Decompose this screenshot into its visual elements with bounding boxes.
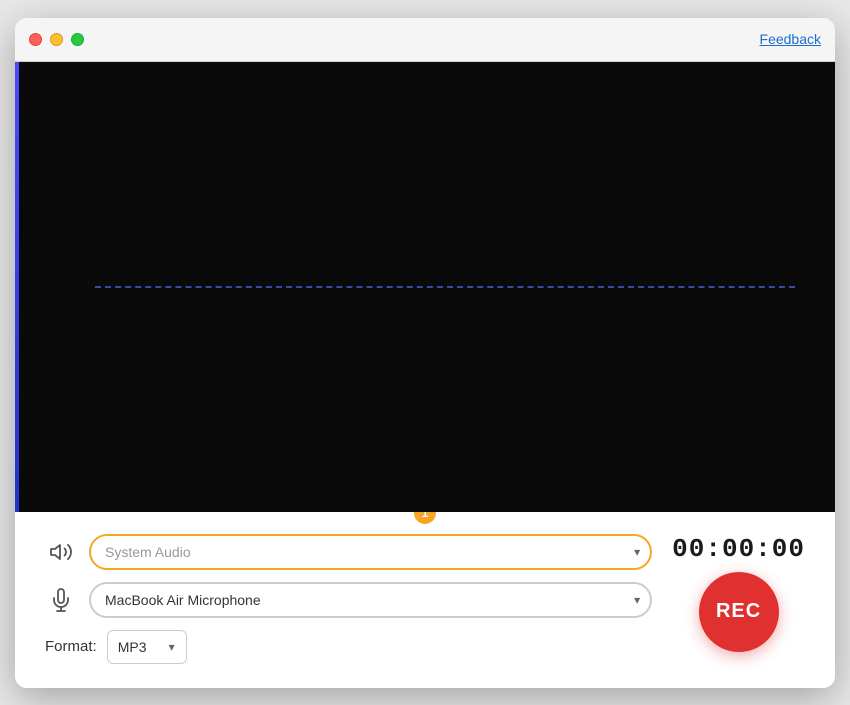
timer-display: 00:00:00 bbox=[672, 534, 805, 564]
feedback-link[interactable]: Feedback bbox=[760, 31, 821, 47]
microphone-select[interactable]: MacBook Air Microphone No Microphone Ext… bbox=[89, 582, 652, 618]
controls-inner: System Audio BlackHole 2ch No Audio ▾ bbox=[45, 534, 805, 664]
minimize-button[interactable] bbox=[50, 33, 63, 46]
titlebar: Feedback bbox=[15, 18, 835, 62]
speaker-icon-area bbox=[45, 540, 77, 564]
microphone-icon bbox=[49, 588, 73, 612]
format-label: Format: bbox=[45, 638, 97, 655]
format-dropdown-wrapper: MP3 AAC WAV FLAC ▾ bbox=[107, 630, 187, 664]
mic-icon-area bbox=[45, 588, 77, 612]
rec-button[interactable]: REC bbox=[699, 572, 779, 652]
video-area bbox=[15, 62, 835, 512]
audio-dropdown-wrapper: System Audio BlackHole 2ch No Audio ▾ bbox=[89, 534, 652, 570]
selectors-column: System Audio BlackHole 2ch No Audio ▾ bbox=[45, 534, 652, 664]
format-select[interactable]: MP3 AAC WAV FLAC bbox=[107, 630, 187, 664]
format-row: Format: MP3 AAC WAV FLAC ▾ bbox=[45, 630, 652, 664]
traffic-lights bbox=[29, 33, 84, 46]
speaker-icon bbox=[49, 540, 73, 564]
maximize-button[interactable] bbox=[71, 33, 84, 46]
rec-label: REC bbox=[716, 600, 761, 623]
controls-area: 1 System Audio Bla bbox=[15, 512, 835, 688]
left-accent-bar bbox=[15, 62, 19, 512]
waveform-display bbox=[95, 286, 795, 288]
mic-dropdown-wrapper: MacBook Air Microphone No Microphone Ext… bbox=[89, 582, 652, 618]
mic-selector-row: MacBook Air Microphone No Microphone Ext… bbox=[45, 582, 652, 618]
audio-selector-row: System Audio BlackHole 2ch No Audio ▾ bbox=[45, 534, 652, 570]
app-window: Feedback 1 bbox=[15, 18, 835, 688]
rec-column: 00:00:00 REC bbox=[652, 534, 805, 652]
close-button[interactable] bbox=[29, 33, 42, 46]
audio-source-select[interactable]: System Audio BlackHole 2ch No Audio bbox=[89, 534, 652, 570]
